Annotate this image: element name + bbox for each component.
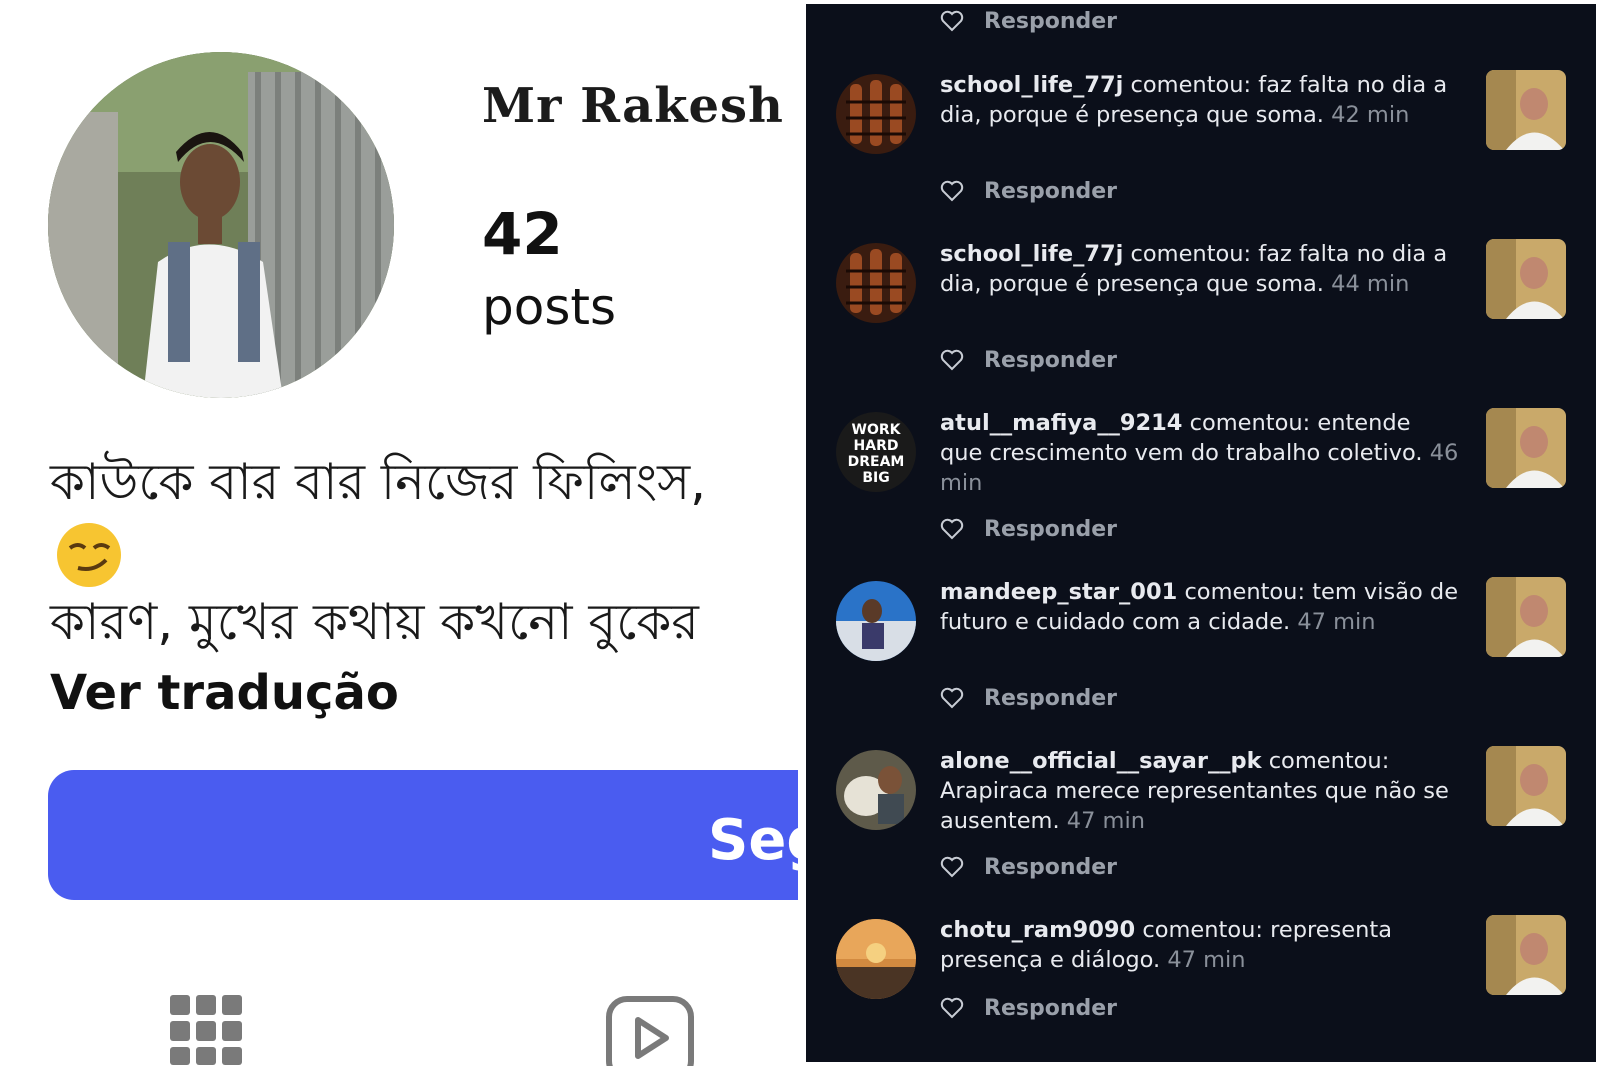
profile-name: Mr Rakesh xyxy=(482,78,784,134)
heart-icon[interactable] xyxy=(940,349,964,371)
comment-text: alone__official__sayar__pk comentou: Ara… xyxy=(940,746,1460,836)
svg-text:WORK: WORK xyxy=(852,422,902,438)
posts-label: posts xyxy=(482,278,617,336)
svg-text:HARD: HARD xyxy=(854,438,899,454)
bio-line-1: কাউকে বার বার নিজের ফিলিংস, xyxy=(50,453,707,511)
commenter-username[interactable]: chotu_ram9090 xyxy=(940,917,1135,943)
reply-button[interactable]: Responder xyxy=(940,345,1117,375)
comment-time: 47 min xyxy=(1297,609,1376,635)
svg-text:DREAM: DREAM xyxy=(848,454,905,470)
commenter-username[interactable]: school_life_77j xyxy=(940,72,1123,98)
post-thumbnail[interactable] xyxy=(1486,70,1566,150)
reply-label: Responder xyxy=(984,854,1117,880)
posts-count[interactable]: 42 xyxy=(482,200,563,268)
comment-verb: comentou: xyxy=(1268,748,1390,774)
commenter-avatar[interactable] xyxy=(836,919,916,999)
commenter-username[interactable]: mandeep_star_001 xyxy=(940,579,1177,605)
reply-button[interactable]: Responder xyxy=(940,514,1117,544)
commenter-username[interactable]: alone__official__sayar__pk xyxy=(940,748,1262,774)
heart-icon[interactable] xyxy=(940,687,964,709)
reels-icon[interactable] xyxy=(606,996,694,1066)
comment-time: 47 min xyxy=(1167,947,1246,973)
follow-button-label: Seg xyxy=(708,808,798,873)
comment-body: Arapiraca merece representantes que não … xyxy=(940,778,1449,834)
comment-verb: comentou: xyxy=(1130,72,1252,98)
heart-icon[interactable] xyxy=(940,10,964,32)
comment-text: school_life_77j comentou: faz falta no d… xyxy=(940,70,1460,130)
reply-button[interactable]: Responder xyxy=(940,176,1117,206)
commenter-avatar[interactable]: WORK HARD DREAM BIG xyxy=(836,412,916,492)
follow-button[interactable]: Seg xyxy=(48,770,798,900)
heart-icon[interactable] xyxy=(940,997,964,1019)
post-thumbnail[interactable] xyxy=(1486,915,1566,995)
comment-verb: comentou: xyxy=(1189,410,1311,436)
bio-line-3: কারণ, মুখের কথায় কখনো বুকের xyxy=(50,593,699,651)
smirk-emoji-icon xyxy=(57,523,121,587)
post-thumbnail[interactable] xyxy=(1486,239,1566,319)
reply-button[interactable]: Responder xyxy=(940,852,1117,882)
reply-label: Responder xyxy=(984,8,1117,34)
comment-text: chotu_ram9090 comentou: representa prese… xyxy=(940,915,1460,975)
commenter-avatar[interactable] xyxy=(836,243,916,323)
comment-verb: comentou: xyxy=(1142,917,1263,943)
heart-icon[interactable] xyxy=(940,180,964,202)
heart-icon[interactable] xyxy=(940,518,964,540)
post-thumbnail[interactable] xyxy=(1486,408,1566,488)
comment-time: 47 min xyxy=(1066,808,1145,834)
commenter-avatar[interactable] xyxy=(836,750,916,830)
comments-panel: Responder school_life_77j comentou: faz … xyxy=(806,4,1596,1062)
reply-button[interactable]: Responder xyxy=(940,6,1117,36)
profile-avatar[interactable] xyxy=(48,52,394,398)
heart-icon[interactable] xyxy=(940,856,964,878)
commenter-avatar[interactable] xyxy=(836,74,916,154)
commenter-username[interactable]: school_life_77j xyxy=(940,241,1123,267)
post-thumbnail[interactable] xyxy=(1486,577,1566,657)
comment-text: school_life_77j comentou: faz falta no d… xyxy=(940,239,1460,299)
reply-button[interactable]: Responder xyxy=(940,993,1117,1023)
comment-text: atul__mafiya__9214 comentou: entende que… xyxy=(940,408,1460,498)
reply-button[interactable]: Responder xyxy=(940,683,1117,713)
reply-label: Responder xyxy=(984,347,1117,373)
commenter-avatar[interactable] xyxy=(836,581,916,661)
reply-label: Responder xyxy=(984,516,1117,542)
comment-time: 44 min xyxy=(1331,271,1410,297)
reply-label: Responder xyxy=(984,685,1117,711)
comment-verb: comentou: xyxy=(1184,579,1306,605)
profile-panel: Mr Rakesh 42 posts কাউকে বার বার নিজের ফ… xyxy=(0,0,798,1066)
comment-text: mandeep_star_001 comentou: tem visão de … xyxy=(940,577,1460,637)
comment-time: 42 min xyxy=(1331,102,1410,128)
grid-icon[interactable] xyxy=(170,995,244,1065)
post-thumbnail[interactable] xyxy=(1486,746,1566,826)
reply-label: Responder xyxy=(984,178,1117,204)
commenter-username[interactable]: atul__mafiya__9214 xyxy=(940,410,1182,436)
svg-text:BIG: BIG xyxy=(862,470,889,486)
translate-link[interactable]: Ver tradução xyxy=(50,665,399,721)
comment-verb: comentou: xyxy=(1130,241,1252,267)
reply-label: Responder xyxy=(984,995,1117,1021)
